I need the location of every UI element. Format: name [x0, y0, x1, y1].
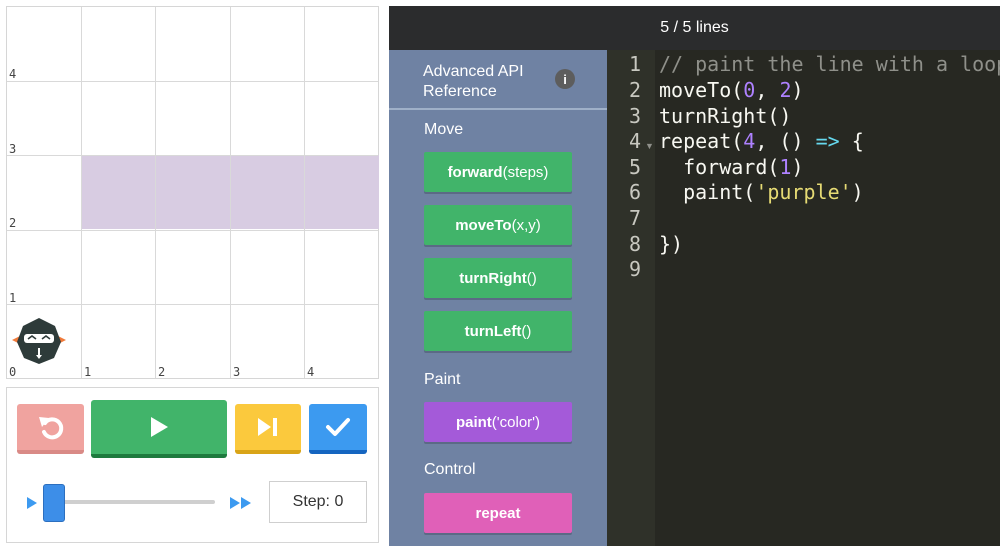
line-number: 3	[628, 104, 641, 128]
category-control: Control	[424, 461, 476, 478]
divider	[389, 108, 607, 110]
info-icon[interactable]: i	[555, 69, 575, 89]
x-axis-label: 0	[9, 365, 17, 379]
y-axis-label: 4	[9, 67, 17, 81]
step-forward-icon	[258, 418, 277, 436]
undo-icon	[38, 417, 63, 440]
reset-button[interactable]	[17, 404, 84, 454]
line-number-gutter: 1 2 3 4 5 6 7 8 9 ▼	[607, 50, 655, 546]
line-number: 2	[628, 78, 641, 102]
grid-line	[7, 304, 378, 305]
grid-line	[7, 81, 378, 82]
block-moveto[interactable]: moveTo (x,y)	[424, 205, 572, 245]
category-paint: Paint	[424, 371, 461, 388]
line-number: 8	[628, 232, 641, 256]
line-number: 9	[628, 257, 641, 281]
check-button[interactable]	[309, 404, 367, 454]
block-turnright[interactable]: turnRight()	[424, 258, 572, 298]
grid-line	[81, 7, 82, 378]
code-line[interactable]: repeat(4, () => {	[659, 129, 864, 153]
slow-triangle-icon[interactable]	[26, 496, 38, 510]
y-axis-label: 3	[9, 142, 17, 156]
block-palette: Advanced API Reference i Move forward (st…	[389, 50, 607, 546]
code-area[interactable]: // paint the line with a loop moveTo(0, …	[659, 50, 1000, 546]
category-move: Move	[424, 121, 464, 138]
grid-line	[304, 7, 305, 378]
robot-icon	[12, 318, 66, 364]
x-axis-label: 3	[233, 365, 241, 379]
y-axis-label: 2	[9, 216, 17, 230]
api-reference-link[interactable]: Advanced API Reference	[423, 62, 553, 102]
line-number: 4	[628, 129, 641, 153]
run-button[interactable]	[91, 400, 227, 458]
speed-slider-thumb[interactable]	[43, 484, 65, 522]
checkmark-icon	[326, 418, 350, 436]
code-line[interactable]: paint('purple')	[659, 180, 864, 204]
line-number: 5	[628, 155, 641, 179]
block-turnleft[interactable]: turnLeft()	[424, 311, 572, 351]
x-axis-label: 2	[158, 365, 166, 379]
block-repeat[interactable]: repeat	[424, 493, 572, 533]
grid-line	[7, 230, 378, 231]
block-paint[interactable]: paint ('color')	[424, 402, 572, 442]
code-line[interactable]: turnRight()	[659, 104, 791, 128]
line-number: 7	[628, 206, 641, 230]
step-button[interactable]	[235, 404, 301, 454]
controls-panel: Step: 0	[6, 387, 379, 543]
code-line[interactable]: moveTo(0, 2)	[659, 78, 804, 102]
step-counter: Step: 0	[269, 481, 367, 523]
code-line[interactable]: forward(1)	[659, 155, 803, 179]
grid-line	[230, 7, 231, 378]
fast-forward-icon[interactable]	[229, 496, 253, 510]
code-editor-panel: 5 / 5 lines Advanced API Reference i Mov…	[389, 6, 1000, 546]
y-axis-label: 1	[9, 291, 17, 305]
play-icon	[151, 417, 168, 437]
x-axis-label: 1	[84, 365, 92, 379]
block-forward[interactable]: forward (steps)	[424, 152, 572, 192]
line-count: 5 / 5 lines	[389, 6, 1000, 50]
code-line[interactable]: // paint the line with a loop	[659, 52, 1000, 76]
grid-line	[7, 155, 378, 156]
line-number: 1	[628, 52, 641, 76]
speed-slider-track[interactable]	[45, 500, 215, 504]
line-number: 6	[628, 180, 641, 204]
code-line[interactable]: })	[659, 232, 683, 256]
x-axis-label: 4	[307, 365, 315, 379]
grid-line	[155, 7, 156, 378]
fold-arrow-icon[interactable]: ▼	[645, 141, 654, 151]
